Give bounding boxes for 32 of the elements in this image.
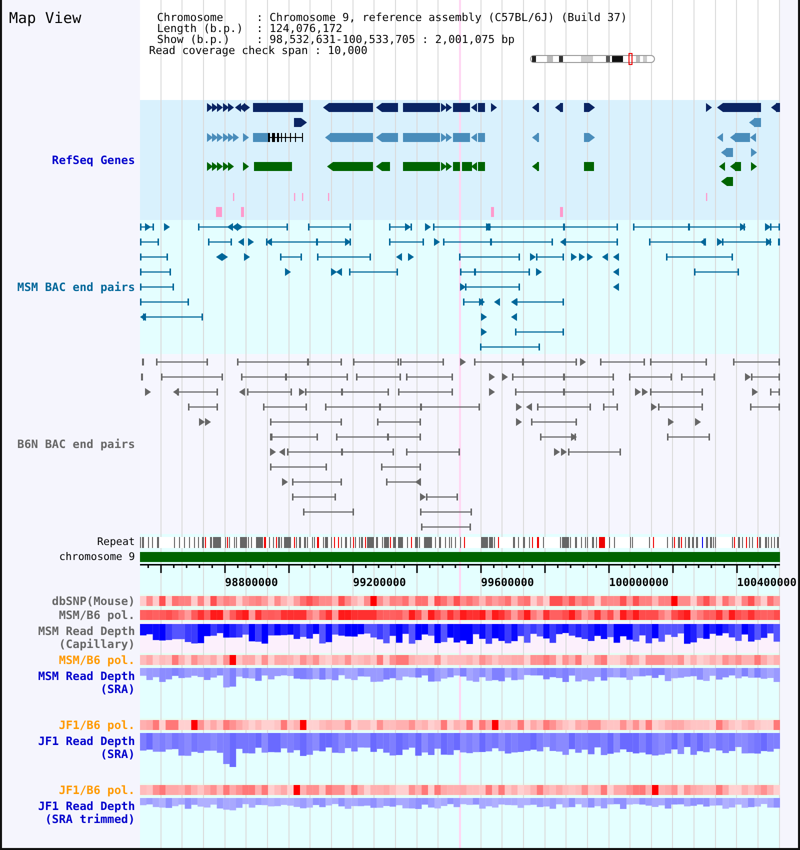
track-label: Repeat [97, 536, 135, 548]
info-separator: : [314, 45, 322, 56]
track-label: JF1/B6 pol. [58, 784, 135, 796]
track-label: chromosome 9 [59, 551, 135, 563]
axis-label: 99600000 [481, 576, 534, 589]
track-label: MSM/B6 pol. [58, 608, 135, 622]
track-label: MSM Read Depth (SRA) [37, 670, 135, 696]
axis-label: 100400000 [737, 576, 797, 589]
axis-label: 100000000 [609, 576, 669, 589]
info-separator: : [256, 12, 263, 23]
view-title: Map View [9, 10, 82, 26]
info-label: Read coverage check span [149, 45, 308, 56]
axis-label: 98800000 [225, 576, 278, 589]
info-value: Chromosome 9, reference assembly (C57BL/6J) (Build 37) [270, 12, 628, 23]
track-label: RefSeq Genes [52, 154, 135, 166]
info-separator: : [256, 23, 263, 34]
axis-label: 99200000 [353, 576, 406, 589]
track-label: JF1 Read Depth (SRA trimmed) [37, 800, 135, 826]
info-label: Show (b.p.) [157, 34, 230, 45]
info-value: 10,000 [328, 45, 368, 56]
track-label: JF1/B6 pol. [58, 718, 135, 732]
track-label: B6N BAC end pairs [17, 438, 135, 450]
track-label: MSM Read Depth (Capillary) [37, 625, 135, 651]
info-label: Chromosome [157, 12, 224, 23]
info-label: Length (b.p.) [157, 23, 244, 34]
info-value: 124,076,172 [270, 23, 342, 34]
track-label: MSM/B6 pol. [58, 654, 135, 666]
track-label: JF1 Read Depth (SRA) [37, 735, 135, 761]
info-value: 98,532,631-100,533,705 : 2,001,075 bp [270, 34, 516, 45]
track-label: MSM BAC end pairs [17, 280, 135, 294]
track-label: dbSNP(Mouse) [52, 594, 135, 608]
info-separator: : [256, 34, 263, 45]
